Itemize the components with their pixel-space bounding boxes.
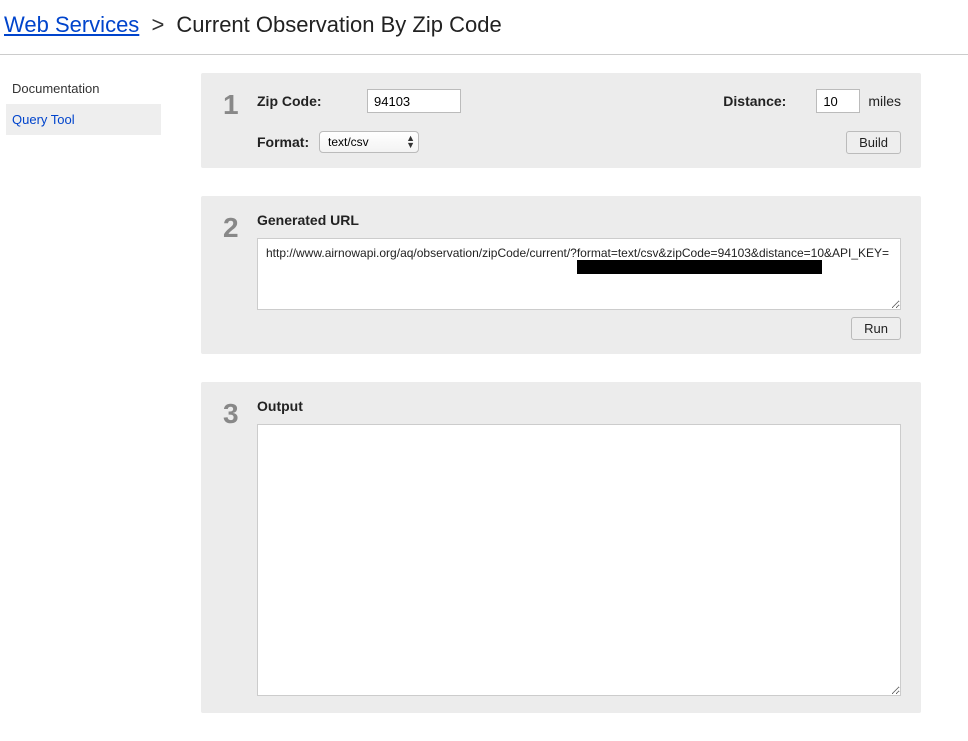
breadcrumb-current: Current Observation By Zip Code xyxy=(176,12,501,37)
breadcrumb-separator: > xyxy=(151,12,164,37)
step-1-number: 1 xyxy=(223,91,257,119)
build-button[interactable]: Build xyxy=(846,131,901,154)
breadcrumb-root-link[interactable]: Web Services xyxy=(4,12,139,37)
sidebar-item-query-tool[interactable]: Query Tool xyxy=(6,104,161,135)
step-3-number: 3 xyxy=(223,400,257,428)
run-button[interactable]: Run xyxy=(851,317,901,340)
zip-code-input[interactable] xyxy=(367,89,461,113)
distance-label: Distance: xyxy=(723,93,786,109)
distance-unit: miles xyxy=(868,93,901,109)
step-2-number: 2 xyxy=(223,214,257,242)
output-title: Output xyxy=(257,398,901,414)
panel-step-1: 1 Zip Code: Distance: miles Format: text xyxy=(201,73,921,168)
panel-step-2: 2 Generated URL Run xyxy=(201,196,921,354)
sidebar-item-documentation[interactable]: Documentation xyxy=(6,73,161,104)
format-label: Format: xyxy=(257,134,319,150)
generated-url-title: Generated URL xyxy=(257,212,901,228)
format-select[interactable]: text/csv xyxy=(319,131,419,153)
zip-code-label: Zip Code: xyxy=(257,93,367,109)
panel-step-3: 3 Output xyxy=(201,382,921,713)
breadcrumb: Web Services > Current Observation By Zi… xyxy=(0,0,968,55)
generated-url-textarea[interactable] xyxy=(257,238,901,310)
sidebar: Documentation Query Tool xyxy=(6,73,161,135)
distance-input[interactable] xyxy=(816,89,860,113)
output-textarea[interactable] xyxy=(257,424,901,696)
